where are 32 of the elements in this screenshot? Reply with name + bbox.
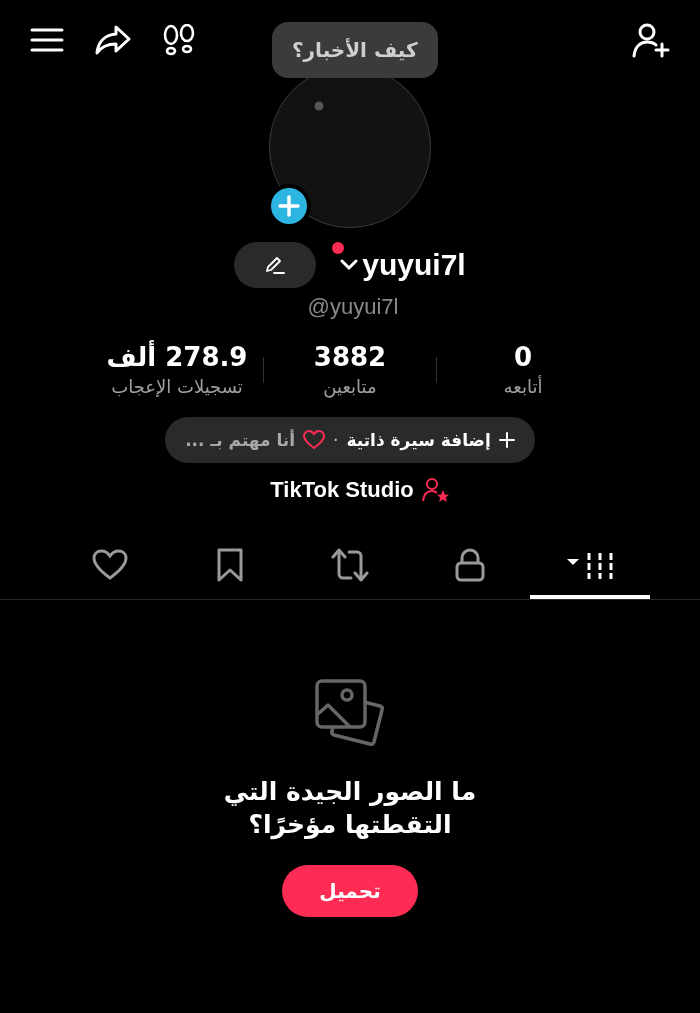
heart-icon: [92, 549, 128, 581]
creator-star-icon[interactable]: [421, 477, 450, 503]
user-handle: @yuyui7l: [307, 294, 399, 320]
stat-value[interactable]: 278.9 ألف: [106, 342, 248, 372]
plus-icon: [498, 432, 515, 448]
lock-icon: [455, 548, 485, 582]
stat-value[interactable]: 3882: [313, 342, 387, 372]
heart-icon: [303, 430, 326, 450]
username[interactable]: yuyui7l: [362, 248, 466, 282]
share-icon[interactable]: [94, 24, 132, 56]
videos-grid-icon: [565, 551, 615, 579]
footprints-icon[interactable]: [162, 24, 196, 56]
menu-icon[interactable]: [30, 27, 64, 53]
repost-icon: [331, 548, 369, 582]
bio-pill[interactable]: إضافة سيرة ذاتية · أنا مهتم بـ ...: [165, 417, 535, 463]
chevron-down-icon[interactable]: [340, 259, 359, 271]
edit-profile-button[interactable]: [234, 242, 317, 288]
stat-label[interactable]: أتابعه: [503, 376, 543, 397]
stat-label[interactable]: تسجيلات الإعجاب: [111, 376, 243, 397]
empty-message: ما الصور الجيدة التي التقطتها مؤخرًا؟: [222, 776, 478, 841]
separator-dot: ·: [333, 430, 339, 450]
pencil-icon: [264, 255, 287, 275]
bookmark-icon: [216, 548, 244, 582]
interests-text[interactable]: أنا مهتم بـ ...: [185, 430, 296, 450]
stat-label[interactable]: متابعين: [323, 376, 377, 397]
stat-value[interactable]: 0: [513, 342, 533, 372]
bubble-dot-icon: [314, 101, 324, 111]
status-tooltip[interactable]: كيف الأخبار؟: [272, 22, 438, 78]
add-bio-text[interactable]: إضافة سيرة ذاتية: [346, 430, 491, 450]
studio-link[interactable]: TikTok Studio: [270, 477, 414, 503]
add-friend-icon[interactable]: [632, 22, 670, 58]
upload-button[interactable]: تحميل: [282, 865, 418, 917]
